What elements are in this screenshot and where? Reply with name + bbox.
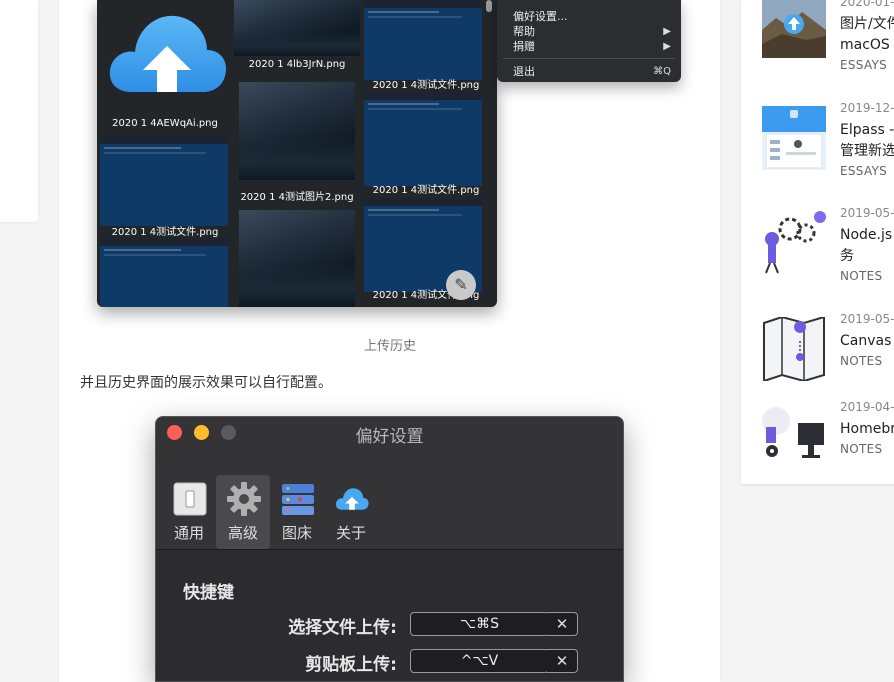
post-date: 2019-05-2	[840, 206, 894, 220]
gear-icon	[226, 481, 262, 517]
clipboard-upload-label: 剪贴板上传:	[305, 655, 397, 675]
article-paragraph: 并且历史界面的展示效果可以自行配置。	[80, 375, 332, 391]
file-name: 2020 1 4lb3JrN.png	[248, 59, 346, 70]
menu-item-help[interactable]: 帮助 ▶	[513, 25, 671, 39]
clear-icon[interactable]: ✕	[547, 649, 578, 673]
image-thumbnail[interactable]	[239, 82, 355, 180]
post-title[interactable]: Elpass - m 管理新选	[840, 120, 894, 162]
recent-post-item[interactable]: 2019-12-1 Elpass - m 管理新选 ESSAYS	[741, 101, 894, 186]
post-date: 2019-05-1	[840, 312, 894, 326]
post-thumbnail[interactable]	[762, 317, 826, 381]
cloud-upload-icon	[334, 481, 370, 517]
post-thumbnail[interactable]	[762, 211, 826, 275]
file-name: 2020 1 4测试文件.png	[372, 80, 480, 91]
post-title[interactable]: Canvas 文	[840, 331, 894, 352]
figure-caption: 上传历史	[363, 339, 416, 354]
window-title: 偏好设置	[355, 427, 424, 447]
post-date: 2019-04-1	[840, 400, 894, 414]
menu-item-donate[interactable]: 捐赠 ▶	[513, 40, 671, 54]
recent-post-item[interactable]: 2019-05-2 Node.js 实 务 NOTES	[741, 206, 894, 291]
post-category-tag[interactable]: NOTES	[840, 354, 882, 368]
file-name: 2020 1 4测试文件.png	[372, 185, 480, 196]
window-thumbnail[interactable]	[100, 238, 228, 307]
menu-separator	[503, 58, 675, 59]
submenu-arrow-icon: ▶	[663, 26, 671, 37]
image-thumbnail[interactable]	[234, 0, 360, 56]
left-widget-card	[0, 0, 38, 222]
tab-general[interactable]: 通用	[162, 475, 216, 549]
window-thumbnail[interactable]	[364, 92, 482, 186]
clipboard-shortcut-field[interactable]: ^⌥V	[410, 649, 549, 673]
file-name: 2020 1 4测试图片2.png	[240, 192, 354, 203]
post-category-tag[interactable]: NOTES	[840, 269, 882, 283]
recent-post-item[interactable]: 2020-01-0 图片/文件 macOS 图 ESSAYS	[741, 0, 894, 80]
image-thumbnail[interactable]	[239, 210, 355, 307]
preferences-window: 偏好设置 通用 高级 图床 关于 快捷键 选择文件上传: ⌥⌘S ✕ 剪贴板上传…	[155, 416, 624, 682]
post-category-tag[interactable]: ESSAYS	[840, 164, 887, 178]
recent-post-item[interactable]: 2019-04-1 Homebre NOTES	[741, 400, 894, 485]
tab-advanced[interactable]: 高级	[216, 475, 270, 549]
post-thumbnail[interactable]	[762, 0, 826, 64]
server-icon	[280, 481, 316, 517]
post-date: 2020-01-0	[840, 0, 894, 9]
tab-image-host[interactable]: 图床	[270, 475, 324, 549]
recent-posts-sidebar: 2020-01-0 图片/文件 macOS 图 ESSAYS 2019-12-1…	[741, 0, 894, 484]
post-date: 2019-12-1	[840, 101, 894, 115]
file-name: 2020 1 4AEWqAi.png	[112, 118, 218, 129]
shortcuts-section-title: 快捷键	[183, 583, 234, 603]
post-title[interactable]: Homebre	[840, 419, 894, 440]
upload-history-screenshot: 2020 1 4AEWqAi.png 2020 1 4lb3JrN.png 20…	[97, 0, 497, 307]
post-thumbnail[interactable]	[762, 405, 826, 469]
post-category-tag[interactable]: ESSAYS	[840, 58, 887, 72]
scrollbar-track[interactable]	[483, 0, 493, 300]
scrollbar-thumb[interactable]	[486, 0, 492, 12]
quit-shortcut: ⌘Q	[653, 66, 671, 77]
post-title[interactable]: Node.js 实 务	[840, 225, 894, 267]
feather-icon[interactable]: ✎	[446, 270, 476, 300]
select-file-shortcut-field[interactable]: ⌥⌘S	[410, 612, 549, 636]
menu-item-quit[interactable]: 退出 ⌘Q	[513, 65, 671, 79]
clear-icon[interactable]: ✕	[547, 612, 578, 636]
file-name: 2020 1 4测试文件.png	[111, 227, 219, 238]
submenu-arrow-icon: ▶	[663, 41, 671, 52]
post-thumbnail[interactable]	[762, 106, 826, 170]
tab-about[interactable]: 关于	[324, 475, 378, 549]
select-file-upload-label: 选择文件上传:	[288, 618, 397, 638]
recent-post-item[interactable]: 2019-05-1 Canvas 文 NOTES	[741, 312, 894, 397]
menu-item-preferences[interactable]: 偏好设置...	[513, 10, 671, 24]
tray-context-menu: 偏好设置... 帮助 ▶ 捐赠 ▶ 退出 ⌘Q	[497, 0, 681, 82]
post-title[interactable]: 图片/文件 macOS 图	[840, 14, 894, 56]
switch-icon	[172, 481, 208, 517]
window-thumbnail[interactable]	[364, 0, 482, 80]
post-category-tag[interactable]: NOTES	[840, 442, 882, 456]
window-thumbnail[interactable]	[100, 136, 228, 226]
cloud-upload-icon	[103, 4, 231, 104]
